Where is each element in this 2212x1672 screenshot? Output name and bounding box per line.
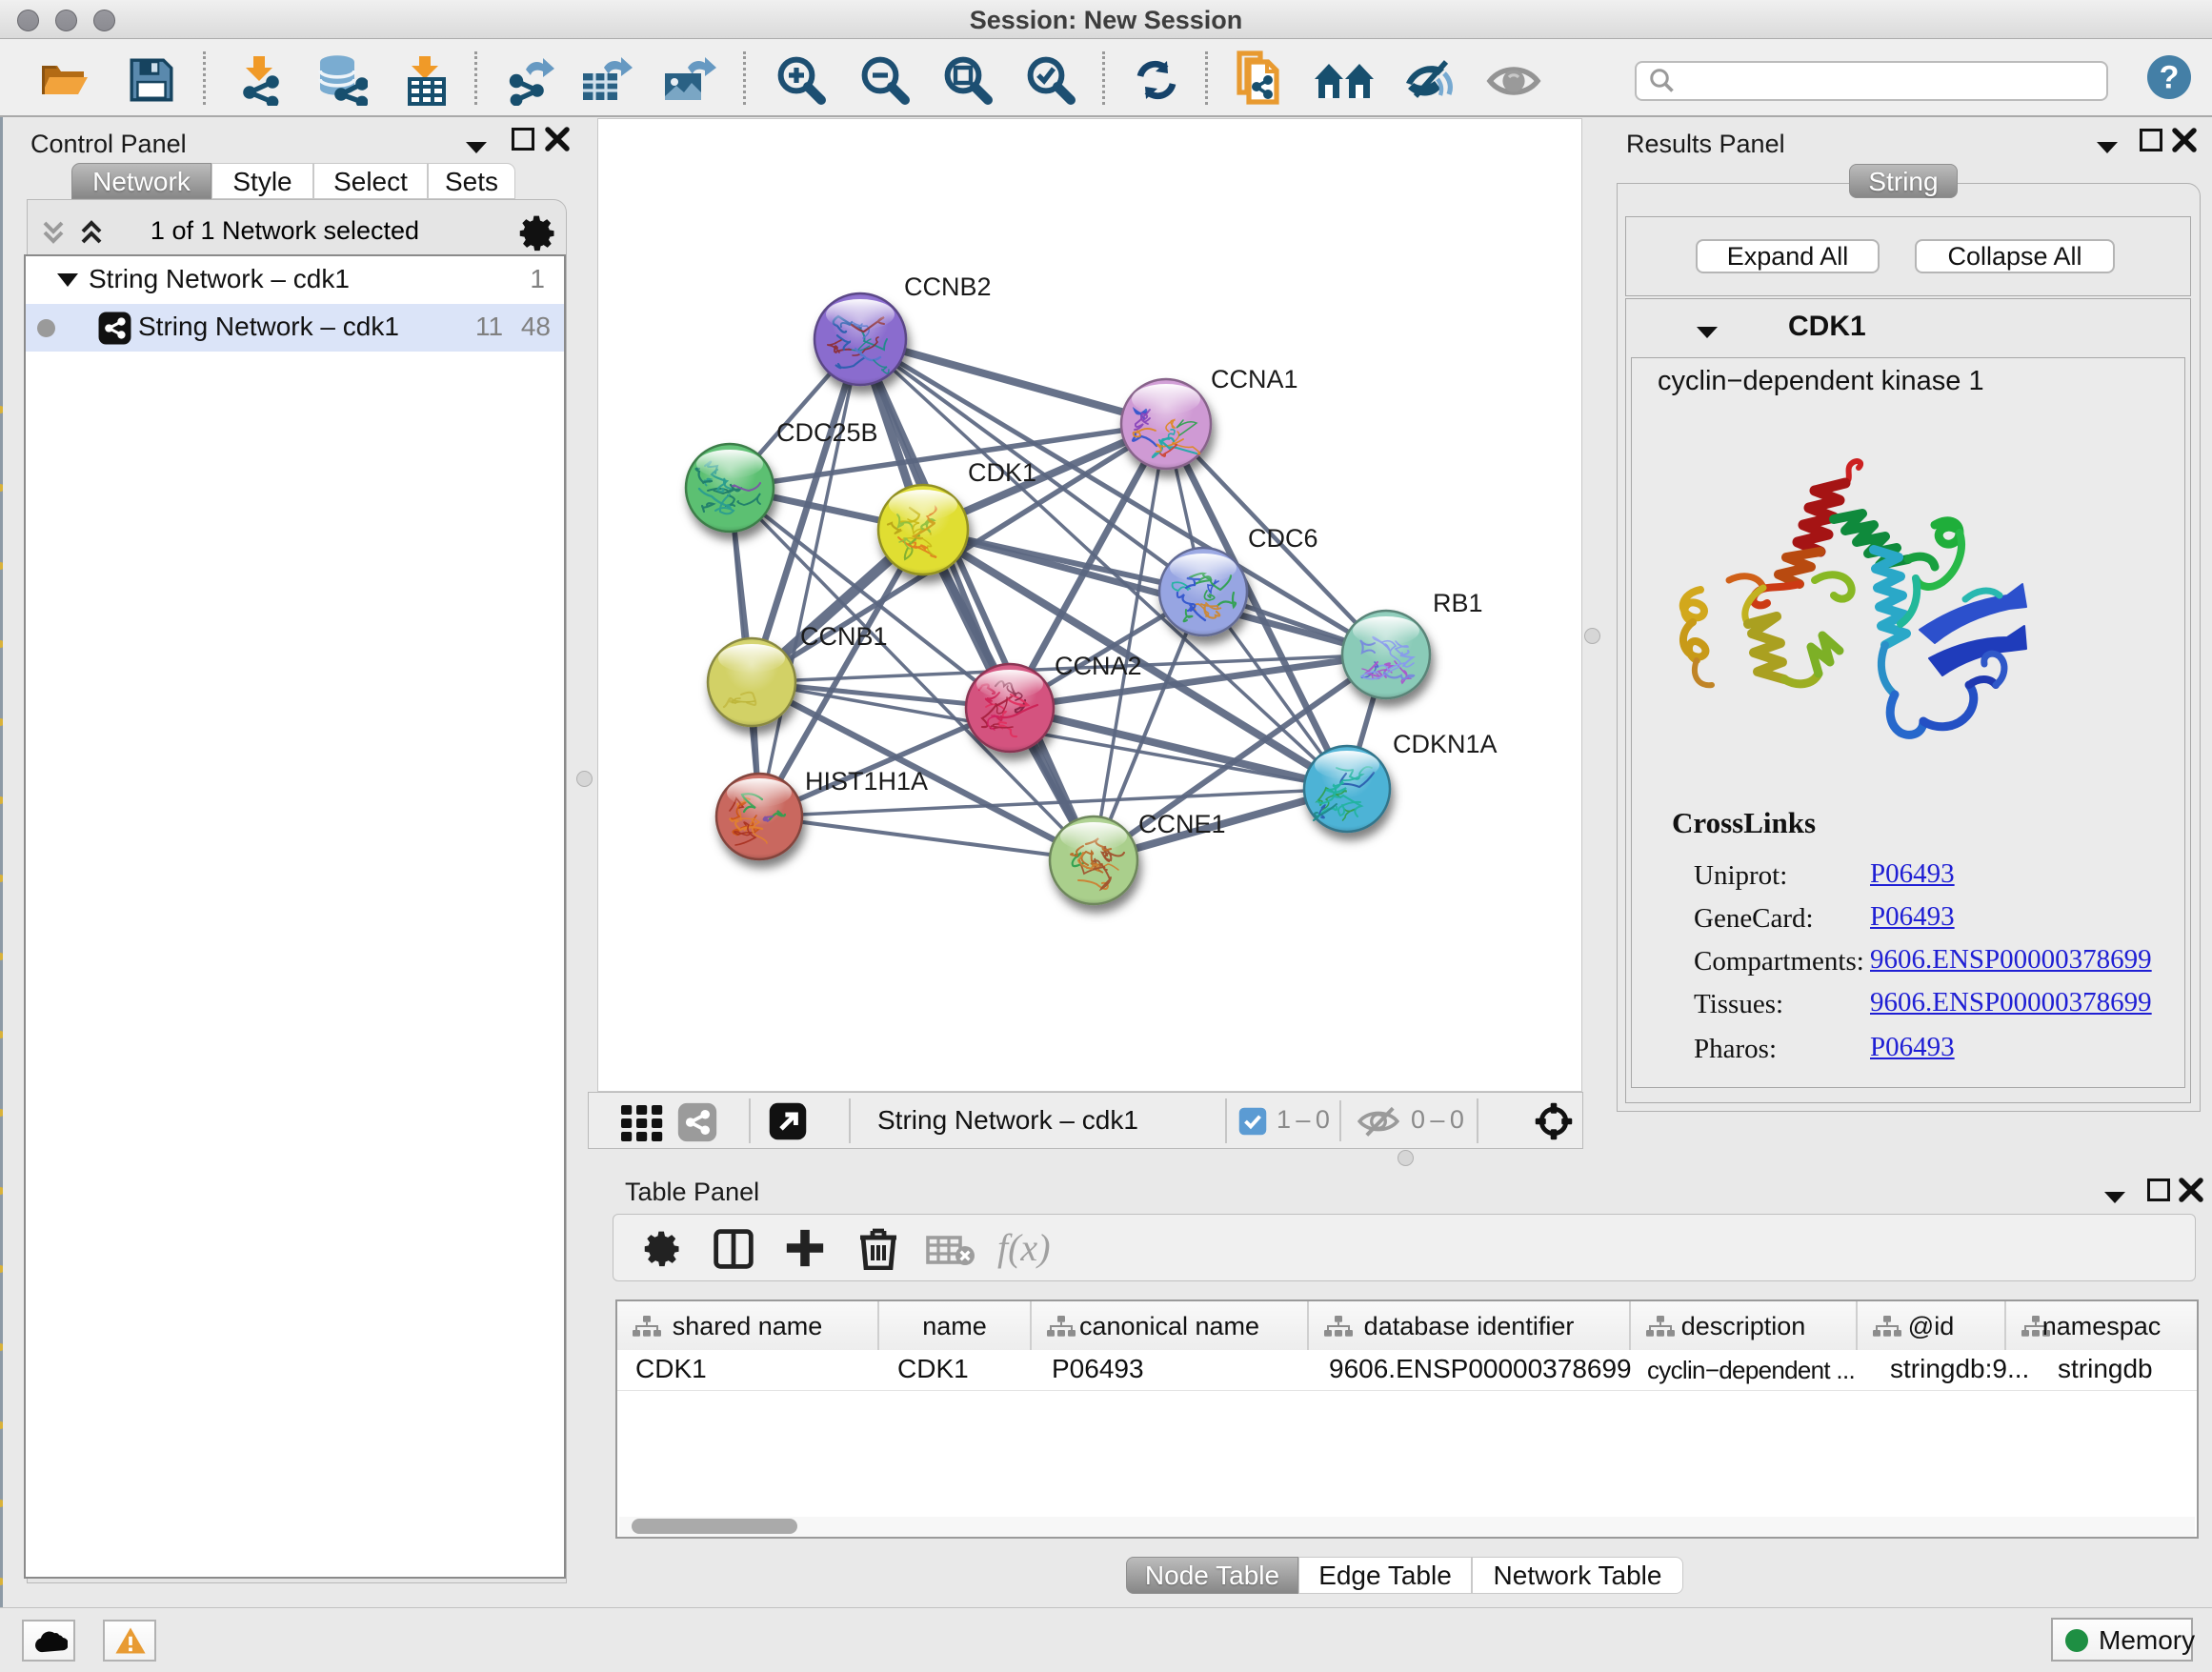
svg-text:?: ? [2160, 59, 2180, 95]
svg-text:CDK1: CDK1 [968, 458, 1036, 487]
svg-text:CCNA2: CCNA2 [1055, 652, 1142, 680]
svg-text:CCNB2: CCNB2 [904, 272, 992, 301]
svg-text:HIST1H1A: HIST1H1A [805, 767, 928, 796]
svg-text:CDC25B: CDC25B [776, 418, 878, 447]
svg-text:CDC6: CDC6 [1248, 524, 1318, 553]
svg-text:CDKN1A: CDKN1A [1393, 730, 1498, 758]
svg-text:CCNB1: CCNB1 [800, 622, 888, 651]
svg-text:CCNA1: CCNA1 [1211, 365, 1298, 393]
svg-text:RB1: RB1 [1433, 589, 1483, 617]
svg-text:CCNE1: CCNE1 [1138, 810, 1226, 838]
